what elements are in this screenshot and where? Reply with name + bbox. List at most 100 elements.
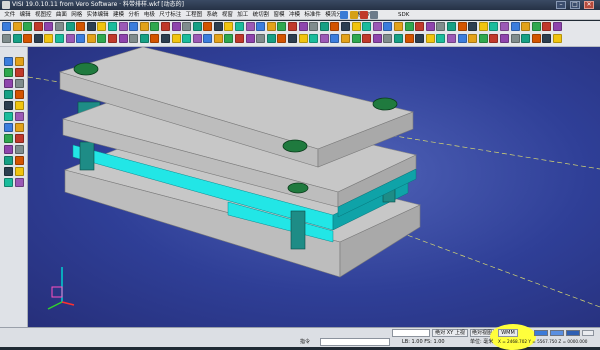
toolbar-tool-icon[interactable]	[150, 22, 160, 31]
toolbar-tool-icon[interactable]	[288, 34, 298, 43]
toolbar-tool-icon[interactable]	[351, 22, 361, 31]
toolbar-tool-icon[interactable]	[393, 34, 403, 43]
settings-icon[interactable]	[370, 11, 378, 19]
toolbar-tool-icon[interactable]	[235, 22, 245, 31]
left-toolbar-icon[interactable]	[4, 156, 13, 165]
wmm-button[interactable]: WMM	[498, 329, 518, 337]
color-swatch-darkblue[interactable]	[566, 330, 580, 336]
toolbar-tool-icon[interactable]	[425, 34, 435, 43]
toolbar-tool-icon[interactable]	[542, 34, 552, 43]
toolbar-tool-icon[interactable]	[107, 34, 117, 43]
toolbar-tool-icon[interactable]	[298, 34, 308, 43]
toolbar-tool-icon[interactable]	[351, 34, 361, 43]
toolbar-tool-icon[interactable]	[118, 22, 128, 31]
toolbar-tool-icon[interactable]	[415, 34, 425, 43]
toolbar-tool-icon[interactable]	[235, 34, 245, 43]
menu-item[interactable]: 工程图	[183, 10, 204, 20]
menu-item[interactable]: 冲模	[287, 10, 302, 20]
toolbar-tool-icon[interactable]	[457, 22, 467, 31]
toolbar-tool-icon[interactable]	[129, 34, 139, 43]
left-toolbar-icon[interactable]	[15, 156, 24, 165]
left-toolbar-icon[interactable]	[15, 178, 24, 187]
toolbar-tool-icon[interactable]	[182, 34, 192, 43]
toolbar-tool-icon[interactable]	[468, 34, 478, 43]
toolbar-tool-icon[interactable]	[203, 22, 213, 31]
toolbar-tool-icon[interactable]	[12, 34, 22, 43]
tools-icon[interactable]	[360, 11, 368, 19]
toolbar-tool-icon[interactable]	[415, 22, 425, 31]
left-toolbar-icon[interactable]	[15, 79, 24, 88]
toolbar-tool-icon[interactable]	[425, 22, 435, 31]
minimize-button[interactable]: –	[556, 1, 566, 9]
toolbar-tool-icon[interactable]	[468, 22, 478, 31]
toolbar-tool-icon[interactable]	[107, 22, 117, 31]
menu-item[interactable]: 文件	[2, 10, 17, 20]
toolbar-tool-icon[interactable]	[531, 34, 541, 43]
toolbar-tool-icon[interactable]	[192, 22, 202, 31]
toolbar-tool-icon[interactable]	[489, 22, 499, 31]
layers-icon[interactable]	[340, 11, 348, 19]
toolbar-tool-icon[interactable]	[457, 34, 467, 43]
toolbar-tool-icon[interactable]	[54, 34, 64, 43]
toolbar-tool-icon[interactable]	[436, 34, 446, 43]
toolbar-tool-icon[interactable]	[256, 22, 266, 31]
left-toolbar-icon[interactable]	[15, 123, 24, 132]
toolbar-tool-icon[interactable]	[44, 34, 54, 43]
toolbar-tool-icon[interactable]	[2, 34, 11, 43]
toolbar-tool-icon[interactable]	[192, 34, 202, 43]
toolbar-tool-icon[interactable]	[499, 34, 509, 43]
toolbar-tool-icon[interactable]	[23, 34, 33, 43]
toolbar-tool-icon[interactable]	[277, 34, 287, 43]
toolbar-tool-icon[interactable]	[65, 22, 75, 31]
toolbar-tool-icon[interactable]	[383, 34, 393, 43]
3d-viewport[interactable]	[28, 47, 600, 327]
toolbar-tool-icon[interactable]	[224, 22, 234, 31]
toolbar-tool-icon[interactable]	[362, 22, 372, 31]
toolbar-tool-icon[interactable]	[86, 22, 96, 31]
toolbar-tool-icon[interactable]	[330, 22, 340, 31]
toolbar-tool-icon[interactable]	[404, 22, 414, 31]
toolbar-tool-icon[interactable]	[489, 34, 499, 43]
left-toolbar-icon[interactable]	[4, 68, 13, 77]
toolbar-tool-icon[interactable]	[330, 34, 340, 43]
left-toolbar-icon[interactable]	[4, 101, 13, 110]
menu-item[interactable]: 实体编辑	[84, 10, 110, 20]
toolbar-tool-icon[interactable]	[531, 22, 541, 31]
toolbar-tool-icon[interactable]	[341, 22, 350, 31]
toolbar-tool-icon[interactable]	[118, 34, 128, 43]
left-toolbar-icon[interactable]	[4, 167, 13, 176]
menu-item[interactable]: 尺寸标注	[157, 10, 183, 20]
toolbar-tool-icon[interactable]	[499, 22, 509, 31]
toolbar-tool-icon[interactable]	[76, 34, 86, 43]
left-toolbar-icon[interactable]	[4, 134, 13, 143]
toolbar-tool-icon[interactable]	[213, 34, 223, 43]
toolbar-tool-icon[interactable]	[319, 34, 329, 43]
toolbar-tool-icon[interactable]	[54, 22, 64, 31]
toolbar-tool-icon[interactable]	[478, 34, 488, 43]
toolbar-tool-icon[interactable]	[245, 34, 255, 43]
toolbar-tool-icon[interactable]	[266, 22, 276, 31]
toolbar-tool-icon[interactable]	[298, 22, 308, 31]
menu-item[interactable]: 编辑	[17, 10, 32, 20]
left-toolbar-icon[interactable]	[15, 167, 24, 176]
toolbar-tool-icon[interactable]	[213, 22, 223, 31]
menu-item[interactable]: 网格	[69, 10, 84, 20]
left-toolbar-icon[interactable]	[4, 145, 13, 154]
toolbar-tool-icon[interactable]	[372, 22, 382, 31]
menu-item[interactable]: 标准件	[302, 10, 323, 20]
toolbar-tool-icon[interactable]	[277, 22, 287, 31]
toolbar-tool-icon[interactable]	[33, 22, 43, 31]
left-toolbar-icon[interactable]	[4, 123, 13, 132]
toolbar-tool-icon[interactable]	[160, 34, 170, 43]
toolbar-tool-icon[interactable]	[341, 34, 350, 43]
menu-item[interactable]: 分析	[126, 10, 141, 20]
menu-item[interactable]: 视窗	[220, 10, 235, 20]
left-toolbar-icon[interactable]	[4, 57, 13, 66]
toolbar-tool-icon[interactable]	[12, 22, 22, 31]
toolbar-tool-icon[interactable]	[129, 22, 139, 31]
left-toolbar-icon[interactable]	[15, 57, 24, 66]
toolbar-tool-icon[interactable]	[97, 22, 107, 31]
menu-item[interactable]: 建模	[111, 10, 126, 20]
toolbar-tool-icon[interactable]	[552, 34, 562, 43]
toolbar-tool-icon[interactable]	[372, 34, 382, 43]
